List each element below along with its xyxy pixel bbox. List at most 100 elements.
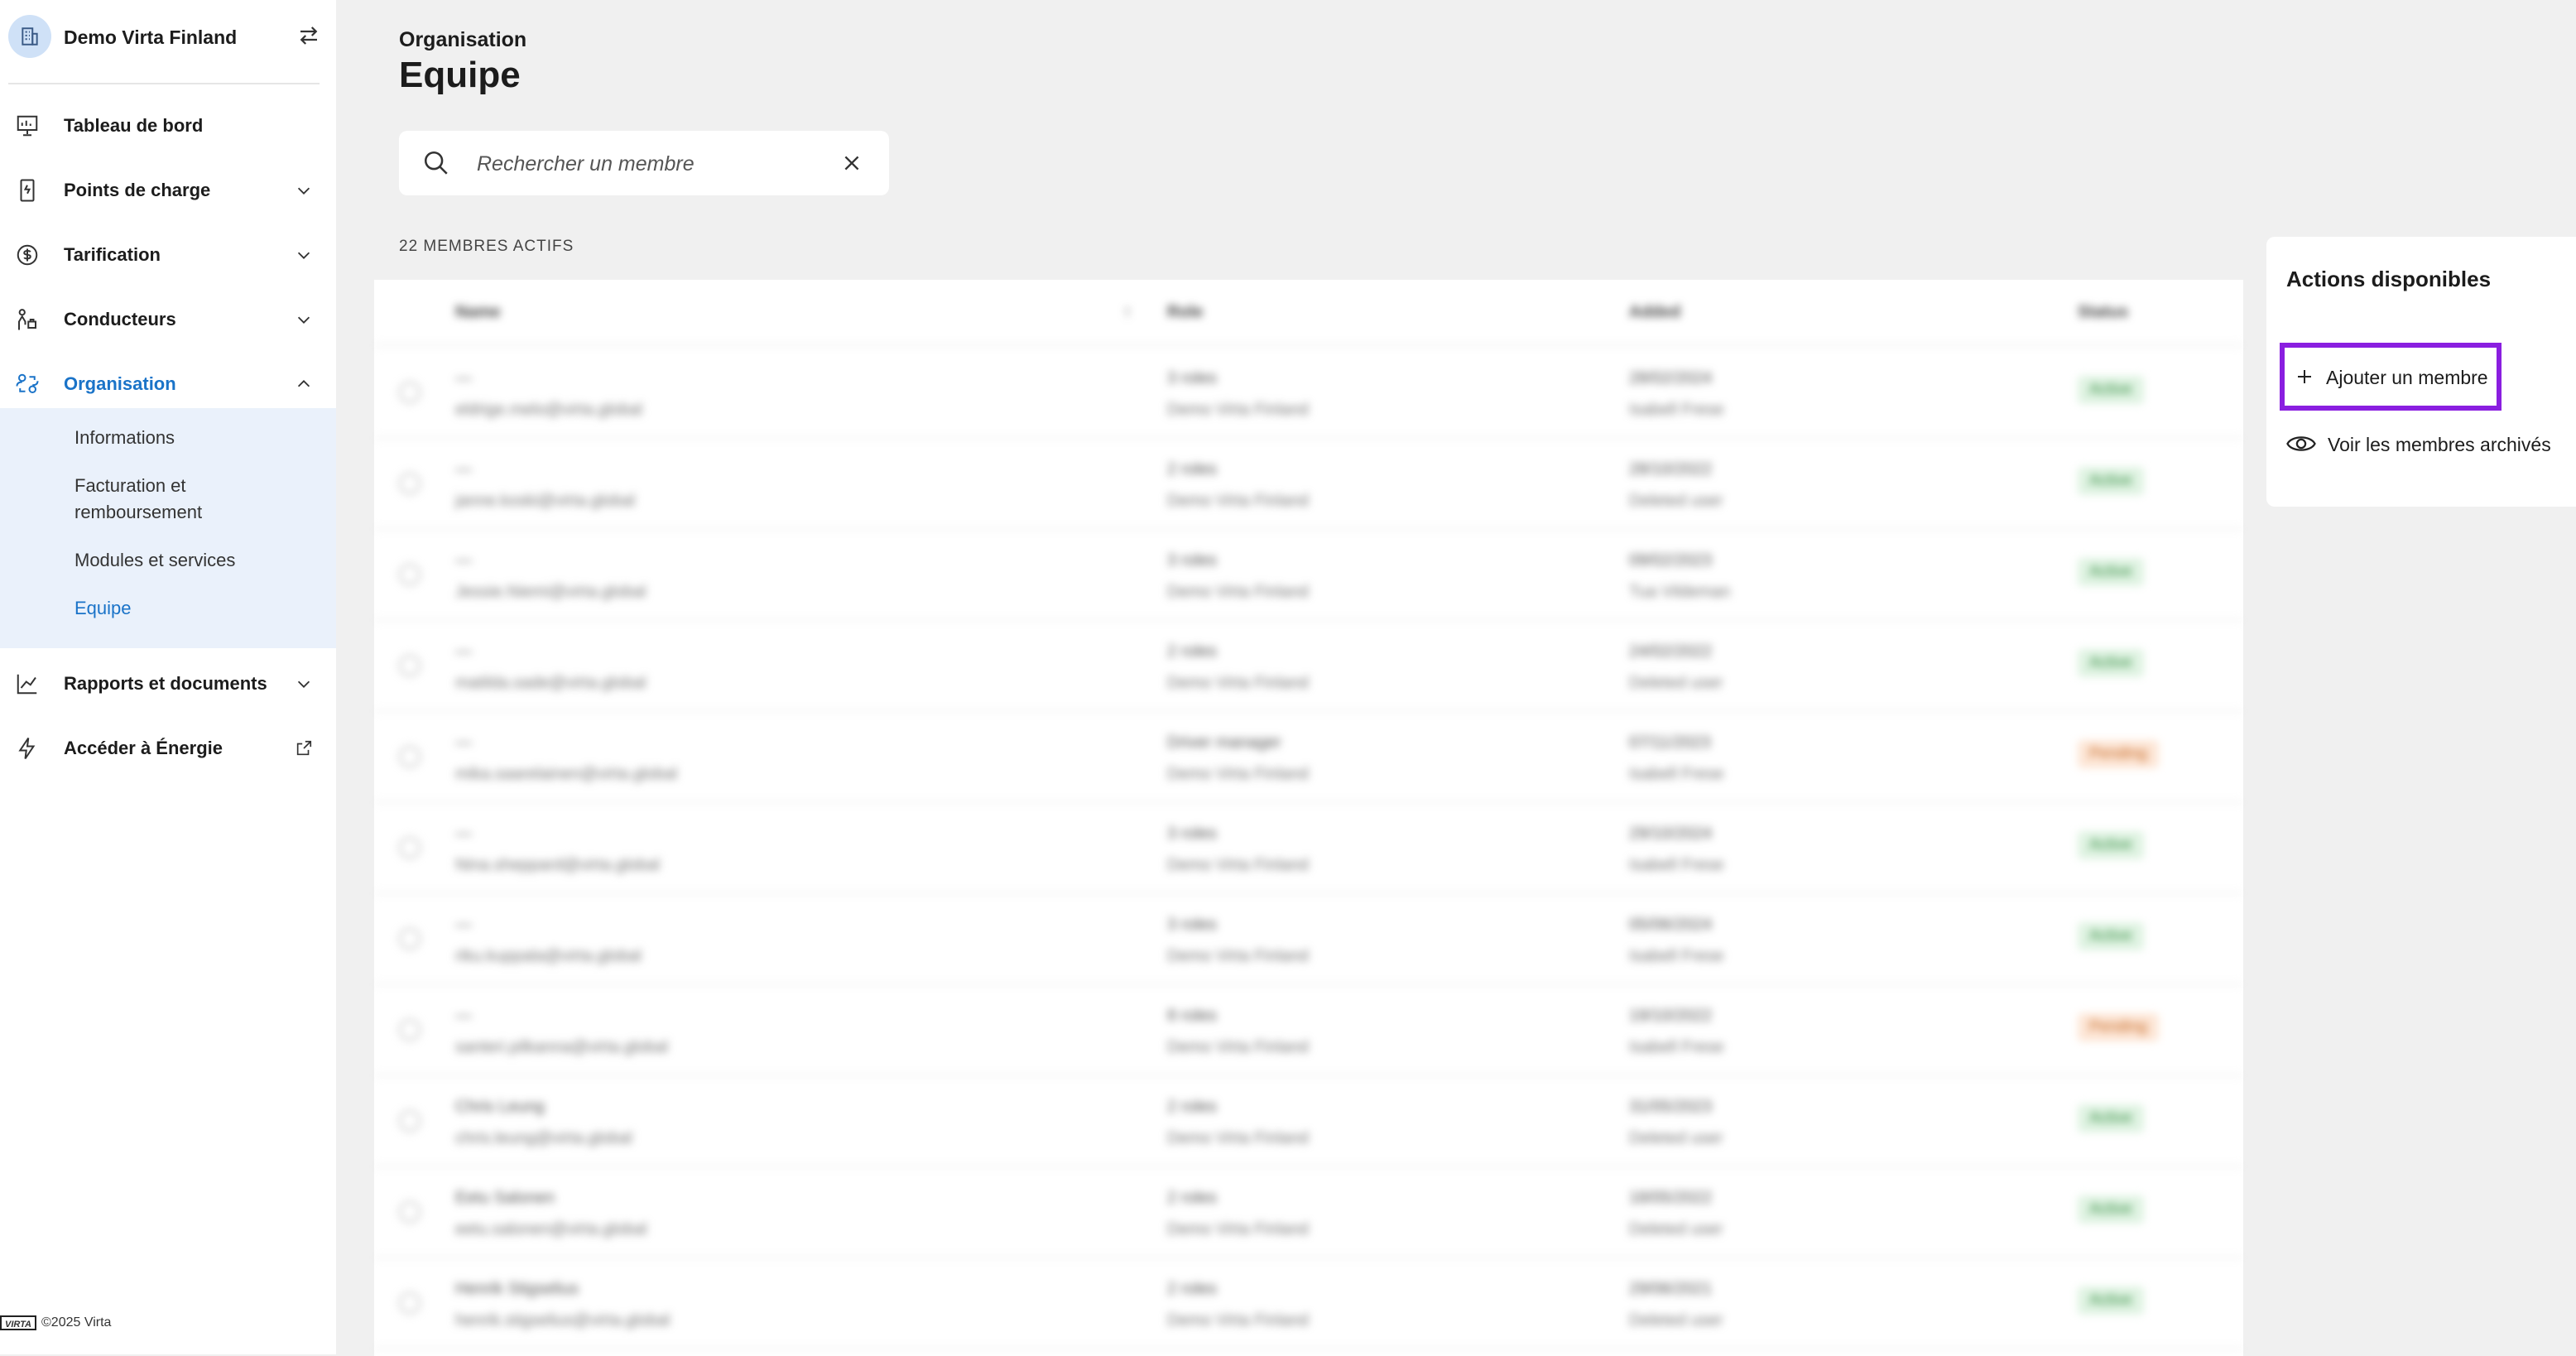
sub-item-billing[interactable]: Facturation et remboursement <box>74 473 265 526</box>
nav-item-dashboard[interactable]: Tableau de bord <box>0 101 336 151</box>
swap-icon[interactable] <box>296 23 321 48</box>
column-header-name[interactable]: Name <box>455 303 500 322</box>
column-header-added[interactable]: Added <box>1629 303 1680 322</box>
member-name: — <box>455 1007 472 1025</box>
add-member-button[interactable]: Ajouter un membre <box>2280 343 2502 411</box>
org-name: Demo Virta Finland <box>64 26 238 48</box>
view-archived-button[interactable]: Voir les membres archivés <box>2286 427 2568 460</box>
row-select-radio[interactable] <box>399 1019 421 1041</box>
chevron-up-icon <box>297 380 310 387</box>
drivers-icon <box>18 309 36 330</box>
sub-item-team[interactable]: Equipe <box>74 595 265 622</box>
table-row[interactable]: Chris Leung chris.leung@virta.global 2 rol… <box>374 1075 2243 1167</box>
table-row[interactable]: — eldrige.melo@virta.global 3 roles Demo Vi… <box>374 346 2243 439</box>
member-email: henrik.stigselius@virta.global <box>455 1311 670 1330</box>
sub-item-modules[interactable]: Modules et services <box>74 547 265 574</box>
member-added-date: 05/06/2024 <box>1629 916 1713 934</box>
nav-item-drivers[interactable]: Conducteurs <box>0 295 336 344</box>
actions-panel: Actions disponibles Ajouter un membre Vo… <box>2266 237 2576 507</box>
row-select-radio[interactable] <box>399 564 421 585</box>
member-added-date: 19/10/2022 <box>1629 1007 1713 1025</box>
nav-item-reports[interactable]: Rapports et documents <box>0 659 336 709</box>
table-row[interactable]: — mika.saarelainen@virta.global Driver man… <box>374 710 2243 803</box>
member-org: Demo Virta Finland <box>1167 1220 1309 1238</box>
member-added-by: Isabell Frese <box>1629 765 1724 783</box>
status-badge: Active <box>2078 922 2144 950</box>
charger-icon <box>20 179 35 202</box>
external-link-icon <box>296 740 312 756</box>
member-email: Nina.sheppard@virta.global <box>455 856 661 874</box>
nav-label: Rapports et documents <box>64 673 267 694</box>
building-icon <box>8 15 51 58</box>
breadcrumb: Organisation <box>399 28 527 51</box>
row-select-radio[interactable] <box>399 655 421 676</box>
plus-icon <box>2298 370 2311 383</box>
row-select-radio[interactable] <box>399 746 421 767</box>
search-box <box>399 131 889 195</box>
nav-item-organisation[interactable]: Organisation <box>0 359 336 409</box>
chevron-down-icon <box>297 680 310 688</box>
dashboard-icon <box>17 115 38 137</box>
sidebar: Demo Virta Finland Tableau de bord Point… <box>0 0 336 1354</box>
member-added-by: Deleted user <box>1629 674 1723 692</box>
status-badge: Active <box>2078 376 2144 404</box>
row-select-radio[interactable] <box>399 928 421 950</box>
member-added-by: Deleted user <box>1629 1220 1723 1238</box>
row-select-radio[interactable] <box>399 1292 421 1314</box>
table-row[interactable]: Henrik Stigselius henrik.stigselius@virta… <box>374 1257 2243 1349</box>
table-row[interactable]: — janne.koski@virta.global 2 roles Demo Vir… <box>374 437 2243 530</box>
nav-label: Tableau de bord <box>64 115 204 136</box>
member-added-by: Isabell Frese <box>1629 947 1724 965</box>
org-switcher[interactable]: Demo Virta Finland <box>8 15 323 60</box>
status-badge: Pending <box>2078 1013 2159 1041</box>
sort-icon[interactable]: ↑ <box>1123 303 1132 322</box>
members-table: Name ↑ Role Added Status — eldrige.melo@v… <box>374 280 2243 1356</box>
nav-label: Conducteurs <box>64 309 176 329</box>
member-role: 2 roles <box>1167 1189 1218 1207</box>
chart-icon <box>17 674 37 695</box>
row-select-radio[interactable] <box>399 1110 421 1132</box>
member-added-date: 29/06/2021 <box>1629 1280 1713 1298</box>
member-email: eetu.salonen@virta.global <box>455 1220 647 1238</box>
close-icon[interactable] <box>841 152 863 174</box>
member-org: Demo Virta Finland <box>1167 583 1309 601</box>
member-org: Demo Virta Finland <box>1167 765 1309 783</box>
member-added-by: Isabell Frese <box>1629 401 1724 419</box>
member-role: 2 roles <box>1167 460 1218 478</box>
member-org: Demo Virta Finland <box>1167 1038 1309 1056</box>
status-badge: Active <box>2078 1195 2144 1224</box>
member-org: Demo Virta Finland <box>1167 856 1309 874</box>
member-email: Jessie.Niemi@virta.global <box>455 583 646 601</box>
member-org: Demo Virta Finland <box>1167 1129 1309 1147</box>
column-header-role[interactable]: Role <box>1167 303 1203 322</box>
nav-item-energy[interactable]: Accéder à Énergie <box>0 724 336 773</box>
member-role: 3 roles <box>1167 369 1218 387</box>
column-header-status[interactable]: Status <box>2078 303 2128 322</box>
row-select-radio[interactable] <box>399 382 421 403</box>
member-org: Demo Virta Finland <box>1167 674 1309 692</box>
search-input[interactable] <box>475 146 810 182</box>
table-row[interactable]: — Nina.sheppard@virta.global 3 roles Demo V… <box>374 801 2243 894</box>
sub-item-informations[interactable]: Informations <box>74 425 265 451</box>
table-row[interactable]: — matilda.sade@virta.global 2 roles Demo Vi… <box>374 619 2243 712</box>
table-row[interactable]: — santeri.pilkanna@virta.global 8 roles Dem… <box>374 983 2243 1076</box>
member-name: — <box>455 369 472 387</box>
table-row[interactable]: Eetu Salonen eetu.salonen@virta.global 2 r… <box>374 1166 2243 1258</box>
table-row[interactable]: — riku.kuppala@virta.global 3 roles Demo Vi… <box>374 892 2243 985</box>
actions-title: Actions disponibles <box>2286 267 2492 291</box>
row-select-radio[interactable] <box>399 837 421 858</box>
dollar-icon <box>17 244 38 266</box>
member-added-date: 18/05/2022 <box>1629 1189 1713 1207</box>
member-added-by: Deleted user <box>1629 1311 1723 1330</box>
virta-logo: VIRTA <box>0 1315 36 1330</box>
nav-item-charge-points[interactable]: Points de charge <box>0 166 336 215</box>
member-added-date: 31/05/2023 <box>1629 1098 1713 1116</box>
copyright: ©2025 Virta <box>41 1315 112 1330</box>
row-select-radio[interactable] <box>399 1201 421 1223</box>
status-badge: Active <box>2078 467 2144 495</box>
row-select-radio[interactable] <box>399 473 421 494</box>
member-added-by: Deleted user <box>1629 1129 1723 1147</box>
table-row[interactable]: — Jessie.Niemi@virta.global 3 roles Demo Vi… <box>374 528 2243 621</box>
member-added-date: 28/10/2022 <box>1629 460 1713 478</box>
nav-item-pricing[interactable]: Tarification <box>0 230 336 280</box>
